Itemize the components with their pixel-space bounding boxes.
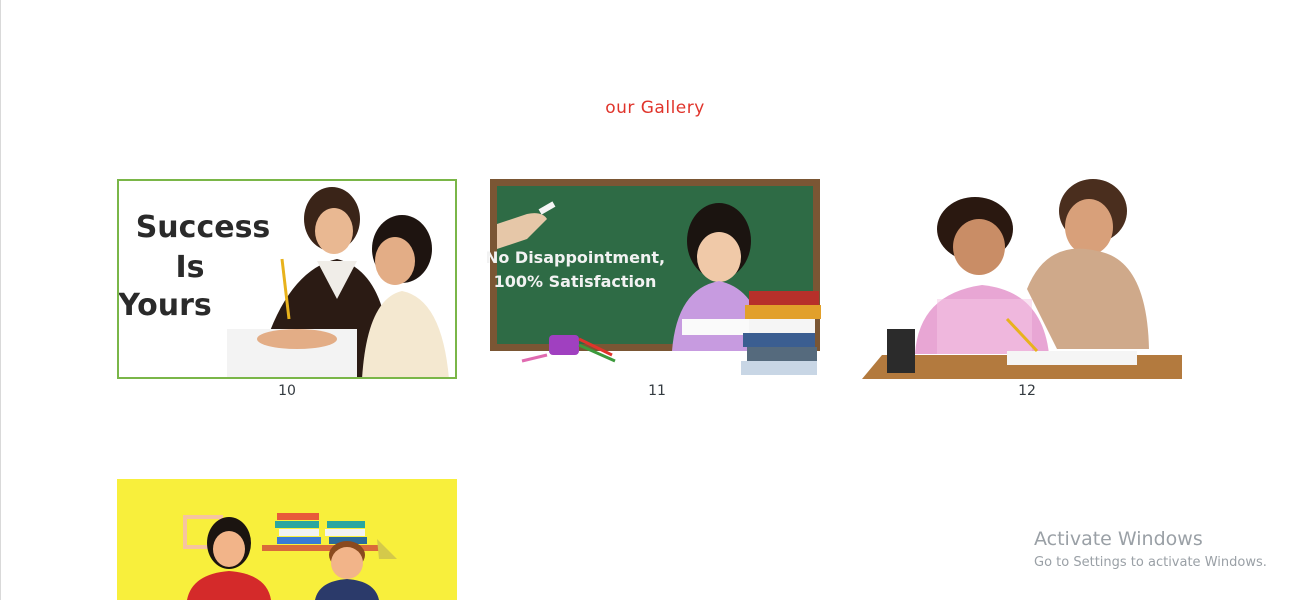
image-text-line: Is [175,250,204,285]
gallery-thumbnail[interactable] [117,479,457,600]
image-text-line: Success [136,210,271,245]
image-text-line: Yours [117,288,212,323]
cartoon-kids-image [117,479,457,600]
image-text-line: 100% Satisfaction [494,272,657,291]
gallery-caption: 12 [1018,383,1036,399]
gallery-thumbnail[interactable]: Success Is Yours [117,179,457,379]
watermark-subtitle: Go to Settings to activate Windows. [1034,555,1267,570]
gallery-item[interactable]: 12 [857,179,1197,399]
windows-activation-watermark: Activate Windows Go to Settings to activ… [1034,528,1267,570]
chalkboard-image: No Disappointment, 100% Satisfaction [487,179,827,379]
gallery-thumbnail[interactable]: No Disappointment, 100% Satisfaction [487,179,827,379]
image-text-line: No Disappointment, [487,248,665,267]
gallery-item[interactable]: No Disappointment, 100% Satisfaction 11 [487,179,827,399]
gallery-caption: 11 [648,383,666,399]
gallery-heading: our Gallery [605,98,705,118]
success-image: Success Is Yours [117,179,457,379]
gallery-caption: 10 [278,383,296,399]
watermark-title: Activate Windows [1034,528,1203,550]
gallery-item[interactable] [117,479,457,600]
teacher-student-image [857,179,1197,379]
gallery-thumbnail[interactable] [857,179,1197,379]
page-left-edge [0,0,1,600]
gallery-item[interactable]: Success Is Yours 10 [117,179,457,399]
